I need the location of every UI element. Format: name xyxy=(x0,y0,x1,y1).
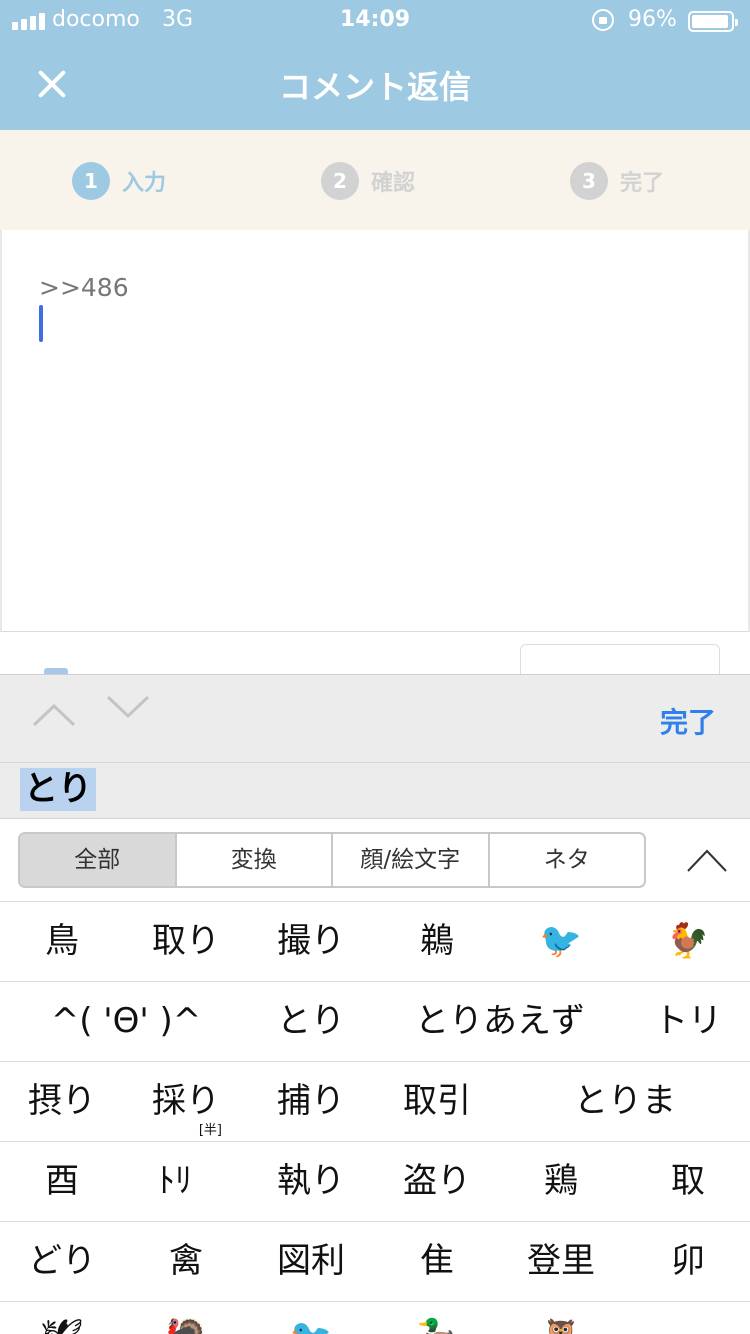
reply-anchor-text: >>486 xyxy=(39,273,129,302)
page-title: コメント返信 xyxy=(278,68,471,106)
next-field-icon[interactable] xyxy=(106,695,150,739)
keyboard-accessory-bar: 完了 xyxy=(0,674,750,763)
bird-emoji-icon[interactable]: 🐦 xyxy=(290,1302,332,1334)
candidate-item[interactable]: 捕り xyxy=(277,1062,345,1141)
tab-neta[interactable]: ネタ xyxy=(490,834,645,886)
text-caret xyxy=(39,305,43,342)
navigation-bar: docomo 3G 14:09 96% コメント返信 xyxy=(0,0,750,130)
tab-face-emoji[interactable]: 顔/絵文字 xyxy=(333,834,490,886)
rooster-emoji-icon[interactable]: 🐓 xyxy=(667,902,709,981)
candidate-row: 酉 ﾄﾘ [半] 執り 盗り 鶏 取 xyxy=(0,1124,750,1221)
step-input: 1 入力 xyxy=(72,162,166,200)
dove-emoji-icon[interactable]: 🕊 xyxy=(40,1302,83,1334)
candidate-item[interactable]: ﾄﾘ [半] xyxy=(158,1124,222,1221)
candidate-item[interactable]: 図利 xyxy=(277,1222,345,1301)
candidate-row: 摂り 採り 捕り 取引 とりま xyxy=(0,1061,750,1141)
candidate-item[interactable]: 取引 xyxy=(403,1062,471,1141)
candidate-text: ﾄﾘ xyxy=(158,1161,192,1201)
candidate-panel: 全部 変換 顔/絵文字 ネタ 鳥 取り 撮り 鵜 🐦 🐓 ^( 'Θ' )^ と… xyxy=(0,819,750,1334)
candidate-item[interactable]: 鶏 xyxy=(544,1142,578,1221)
status-bar: docomo 3G 14:09 96% xyxy=(0,0,750,40)
tab-convert[interactable]: 変換 xyxy=(177,834,333,886)
bird-emoji-icon[interactable]: 🐦 xyxy=(540,902,582,981)
battery-icon xyxy=(688,11,738,32)
owl-emoji-icon[interactable]: 🦉 xyxy=(540,1302,582,1334)
candidate-item[interactable]: 取り xyxy=(152,902,220,981)
candidate-item[interactable]: 卯 xyxy=(671,1222,705,1301)
done-button[interactable]: 完了 xyxy=(660,701,716,741)
step-number: 1 xyxy=(72,162,110,200)
candidate-item[interactable]: 摂り xyxy=(28,1062,96,1141)
candidate-item[interactable]: とりま xyxy=(574,1062,676,1141)
comment-textarea[interactable]: >>486 xyxy=(0,230,750,632)
candidate-category-tabs: 全部 変換 顔/絵文字 ネタ xyxy=(18,832,646,888)
candidate-item[interactable]: とりあえず xyxy=(415,982,585,1061)
collapse-candidates-icon[interactable] xyxy=(686,845,728,875)
candidate-item[interactable]: 隹 xyxy=(420,1222,454,1301)
candidate-row: どり 禽 図利 隹 登里 卯 xyxy=(0,1221,750,1301)
step-label: 確認 xyxy=(371,171,416,196)
candidate-item[interactable]: 登里 xyxy=(527,1222,595,1301)
previous-field-icon[interactable] xyxy=(32,703,76,747)
battery-percent: 96% xyxy=(628,7,677,32)
candidate-row: 鳥 取り 撮り 鵜 🐦 🐓 xyxy=(0,901,750,981)
tab-all[interactable]: 全部 xyxy=(20,834,177,886)
candidate-item[interactable]: 鵜 xyxy=(420,902,454,981)
step-number: 3 xyxy=(570,162,608,200)
step-indicator: 1 入力 2 確認 3 完了 xyxy=(0,130,750,230)
candidate-row: 🕊 🦃 🐦 🦆 🦉 xyxy=(0,1301,750,1334)
step-complete: 3 完了 xyxy=(570,162,664,200)
step-label: 入力 xyxy=(122,171,167,196)
half-width-badge: [半] xyxy=(198,1123,222,1138)
candidate-item[interactable]: 盗り xyxy=(403,1142,471,1221)
candidate-item[interactable]: 禽 xyxy=(169,1222,203,1301)
candidate-item[interactable]: 撮り xyxy=(277,902,345,981)
marked-text-bar: とり xyxy=(0,763,750,819)
turkey-emoji-icon[interactable]: 🦃 xyxy=(165,1302,207,1334)
marked-text: とり xyxy=(20,768,96,811)
candidate-item[interactable]: 酉 xyxy=(45,1142,79,1221)
step-number: 2 xyxy=(321,162,359,200)
candidate-item[interactable]: 鳥 xyxy=(45,902,79,981)
candidate-row: ^( 'Θ' )^ とり とりあえず トリ xyxy=(0,981,750,1061)
step-label: 完了 xyxy=(620,171,665,196)
candidate-item[interactable]: とり xyxy=(277,982,345,1061)
candidate-item[interactable]: トリ xyxy=(654,982,722,1061)
candidate-item[interactable]: 執り xyxy=(277,1142,345,1221)
candidate-item[interactable]: どり xyxy=(28,1222,96,1301)
rotation-lock-icon xyxy=(592,9,614,31)
duck-emoji-icon[interactable]: 🦆 xyxy=(416,1302,458,1334)
candidate-item[interactable]: 取 xyxy=(671,1142,705,1221)
candidate-item[interactable]: ^( 'Θ' )^ xyxy=(51,982,202,1061)
step-confirm: 2 確認 xyxy=(321,162,415,200)
